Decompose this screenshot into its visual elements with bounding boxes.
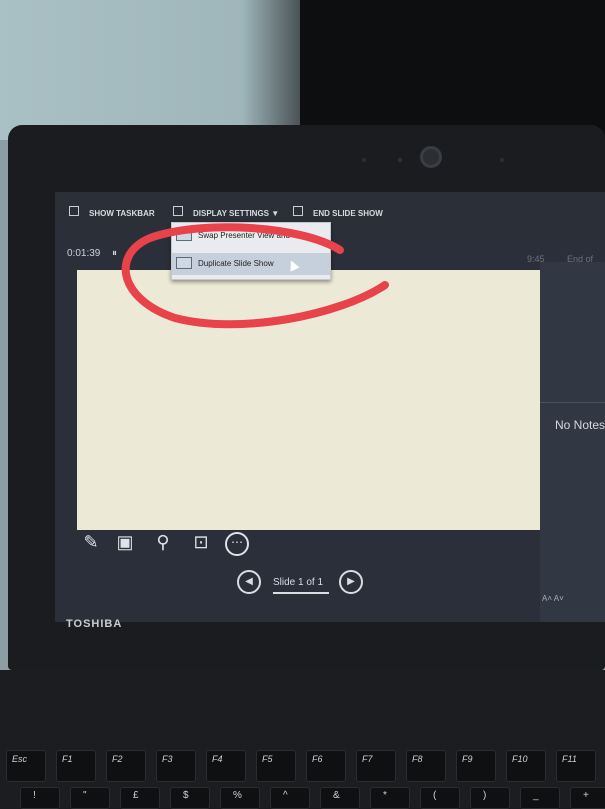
- end-show-icon: [293, 206, 303, 216]
- display-settings-button[interactable]: DISPLAY SETTINGS ▼: [193, 209, 279, 218]
- slide-counter-underline: [273, 592, 329, 594]
- key-f10[interactable]: F10: [506, 750, 546, 782]
- key-symbol[interactable]: £: [120, 787, 160, 809]
- menu-item-swap-presenter-view[interactable]: Swap Presenter View and: [172, 225, 330, 247]
- key-f11[interactable]: F11: [556, 750, 596, 782]
- previous-slide-button[interactable]: ◀: [237, 570, 261, 594]
- slide-counter[interactable]: Slide 1 of 1: [273, 577, 323, 588]
- swap-icon: [176, 229, 192, 241]
- end-slide-show-button[interactable]: END SLIDE SHOW: [313, 209, 383, 218]
- see-all-slides-icon[interactable]: ▣: [113, 530, 137, 554]
- key-symbol[interactable]: ^: [270, 787, 310, 809]
- menu-item-label: Duplicate Slide Show: [198, 259, 274, 268]
- black-screen-icon[interactable]: ⊡: [189, 530, 213, 554]
- notes-text: No Notes: [555, 418, 605, 432]
- key-symbol[interactable]: _: [520, 787, 560, 809]
- menu-item-duplicate-slide-show[interactable]: Duplicate Slide Show: [172, 253, 330, 275]
- show-taskbar-button[interactable]: SHOW TASKBAR: [89, 209, 155, 218]
- key-f7[interactable]: F7: [356, 750, 396, 782]
- current-slide: [77, 270, 546, 530]
- indicator-light: [398, 158, 402, 162]
- key-symbol[interactable]: ": [70, 787, 110, 809]
- key-f6[interactable]: F6: [306, 750, 346, 782]
- taskbar-icon: [69, 206, 79, 216]
- key-f4[interactable]: F4: [206, 750, 246, 782]
- webcam-icon: [420, 146, 442, 168]
- menu-item-label: Swap Presenter View and: [198, 231, 290, 240]
- key-symbol[interactable]: *: [370, 787, 410, 809]
- divider: [540, 402, 605, 403]
- presenter-view-screen: SHOW TASKBAR DISPLAY SETTINGS ▼ END SLID…: [55, 192, 605, 622]
- key-f9[interactable]: F9: [456, 750, 496, 782]
- key-symbol[interactable]: &: [320, 787, 360, 809]
- display-settings-icon: [173, 206, 183, 216]
- key-symbol[interactable]: ): [470, 787, 510, 809]
- key-symbol[interactable]: +: [570, 787, 605, 809]
- elapsed-timer: 0:01:39: [67, 248, 101, 259]
- key-esc[interactable]: Esc: [6, 750, 46, 782]
- pause-button[interactable]: ⏸: [112, 248, 117, 259]
- duplicate-icon: [176, 257, 192, 269]
- more-options-icon[interactable]: ⋯: [225, 532, 249, 556]
- zoom-icon[interactable]: ⚲: [151, 530, 175, 554]
- key-f1[interactable]: F1: [56, 750, 96, 782]
- display-settings-menu: Swap Presenter View and Duplicate Slide …: [171, 222, 331, 280]
- key-symbol[interactable]: $: [170, 787, 210, 809]
- key-symbol[interactable]: %: [220, 787, 260, 809]
- background-monitor: [300, 0, 605, 130]
- indicator-light: [362, 158, 366, 162]
- font-size-controls[interactable]: A˄ A˅: [542, 594, 564, 603]
- key-f2[interactable]: F2: [106, 750, 146, 782]
- laptop-brand-logo: TOSHIBA: [66, 618, 123, 630]
- indicator-light: [500, 158, 504, 162]
- notes-pane: [540, 262, 605, 622]
- next-slide-button[interactable]: ▶: [339, 570, 363, 594]
- key-f5[interactable]: F5: [256, 750, 296, 782]
- key-f3[interactable]: F3: [156, 750, 196, 782]
- key-symbol[interactable]: !: [20, 787, 60, 809]
- pen-icon[interactable]: ✎: [79, 530, 103, 554]
- key-f8[interactable]: F8: [406, 750, 446, 782]
- key-symbol[interactable]: (: [420, 787, 460, 809]
